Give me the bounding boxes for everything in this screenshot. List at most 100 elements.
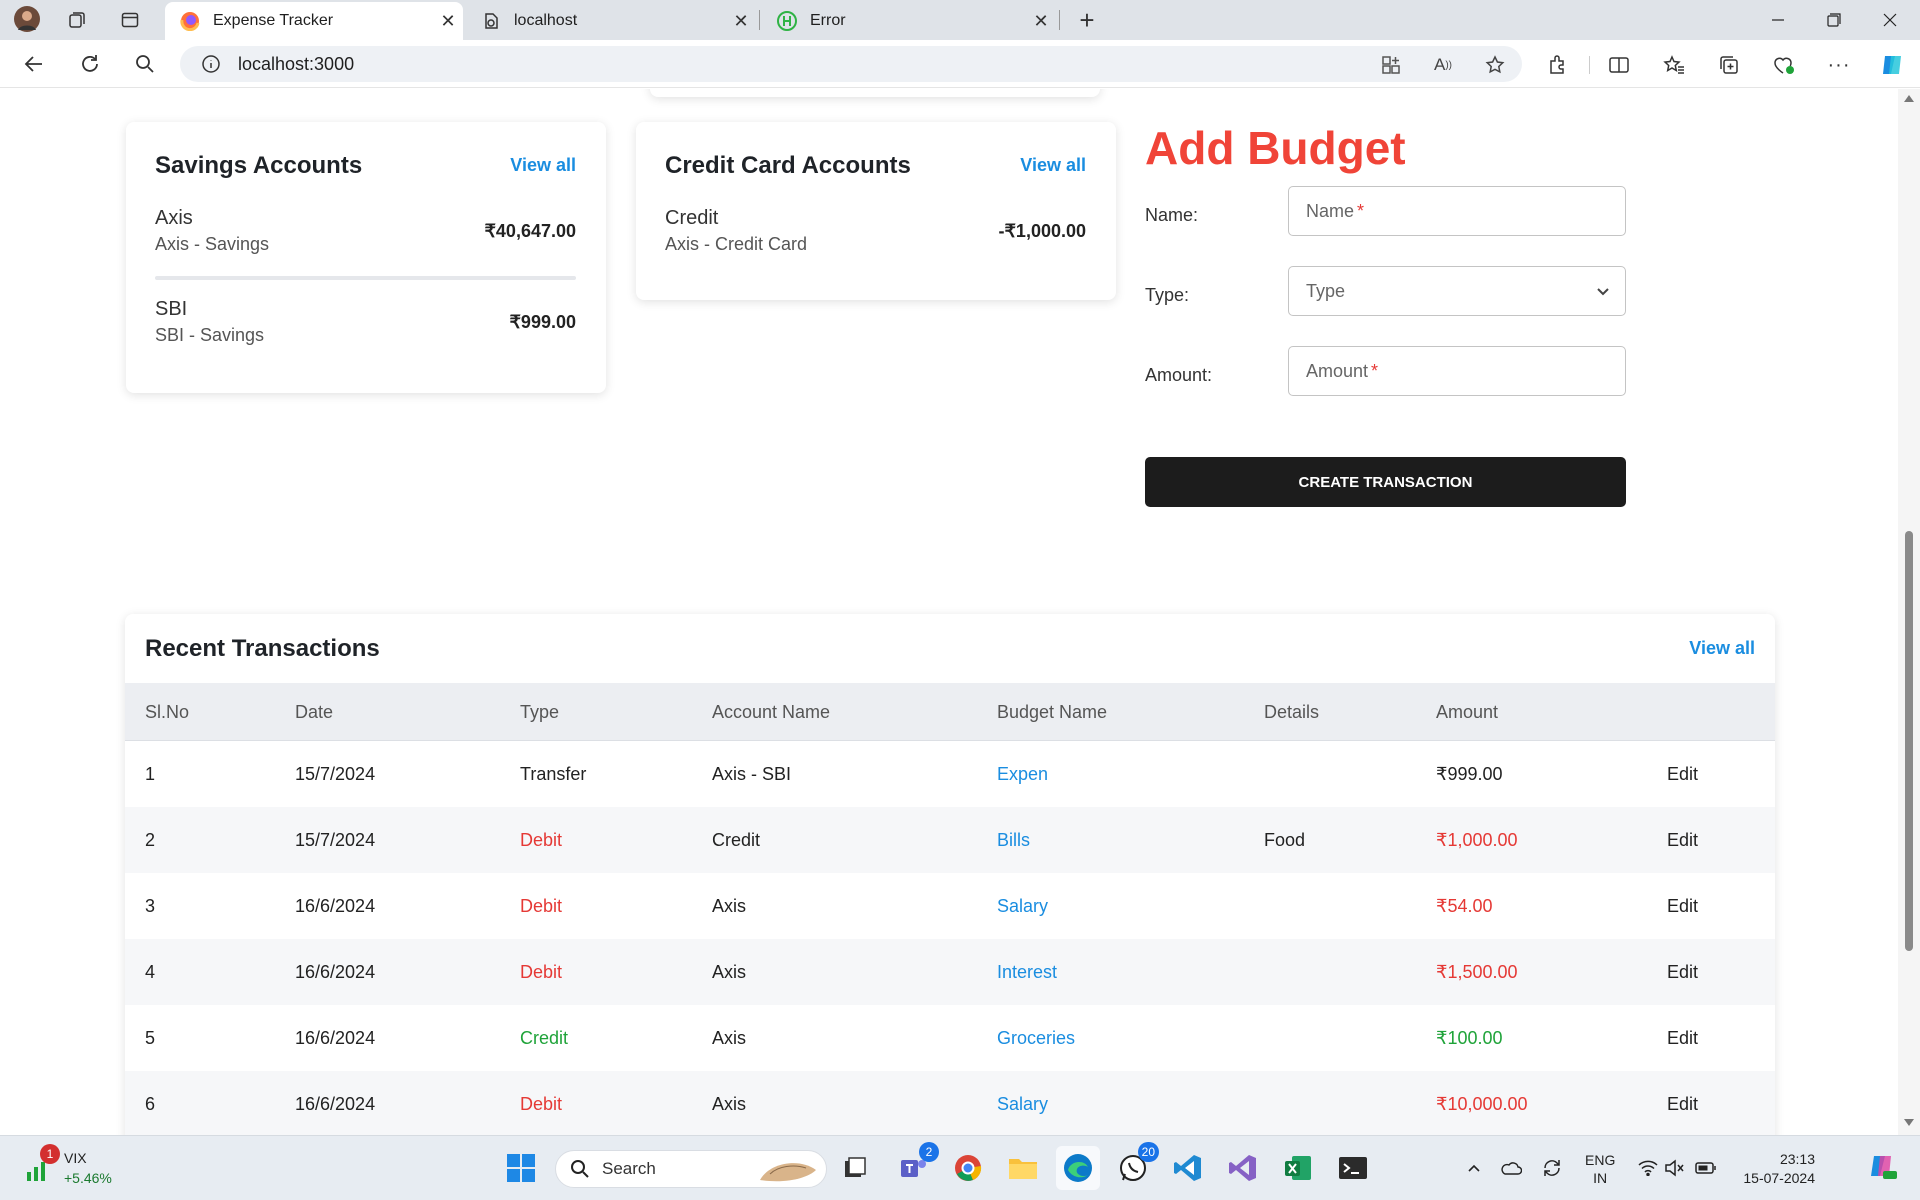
table-row: 3 16/6/2024 Debit Axis Salary ₹54.00 Edi… xyxy=(125,873,1775,939)
region-code: IN xyxy=(1593,1170,1608,1186)
teams-icon[interactable]: 2 xyxy=(891,1142,939,1190)
credit-view-all-link[interactable]: View all xyxy=(1020,155,1086,176)
favorite-star-icon[interactable] xyxy=(1482,53,1508,77)
back-icon[interactable] xyxy=(14,47,54,81)
onedrive-icon[interactable] xyxy=(1499,1156,1523,1180)
show-hidden-icons-icon[interactable] xyxy=(1462,1156,1486,1180)
close-tab-icon[interactable]: ✕ xyxy=(726,6,756,36)
cell-budget-link[interactable]: Expen xyxy=(997,741,1048,807)
favorites-icon[interactable] xyxy=(1660,51,1688,79)
battery-icon[interactable] xyxy=(1694,1156,1718,1180)
more-menu-icon[interactable]: ··· xyxy=(1825,51,1853,79)
tab-localhost[interactable]: localhost ✕ xyxy=(466,2,756,40)
clock[interactable]: 23:13 15-07-2024 xyxy=(1735,1150,1815,1188)
cell-slno: 5 xyxy=(145,1027,156,1048)
scrollbar-thumb[interactable] xyxy=(1905,531,1913,951)
minimize-icon[interactable] xyxy=(1750,0,1806,40)
page-scrollbar[interactable] xyxy=(1898,89,1920,1135)
copilot-icon[interactable] xyxy=(1878,51,1906,79)
cell-date: 16/6/2024 xyxy=(295,1027,376,1048)
cell-account: Credit xyxy=(712,829,761,850)
vertical-tabs-icon[interactable] xyxy=(115,6,145,34)
edit-button[interactable]: Edit xyxy=(1667,939,1698,1005)
cell-type: Debit xyxy=(520,829,563,850)
table-row: 6 16/6/2024 Debit Axis Salary ₹10,000.00… xyxy=(125,1071,1775,1135)
cell-budget-link[interactable]: Interest xyxy=(997,939,1057,1005)
copilot-preview-icon[interactable] xyxy=(1866,1150,1898,1182)
split-screen-icon[interactable] xyxy=(1605,51,1633,79)
cell-budget-link[interactable]: Salary xyxy=(997,1071,1048,1135)
cell-amount: ₹1,500.00 xyxy=(1436,961,1518,982)
profile-avatar-icon[interactable] xyxy=(12,5,42,33)
tab-title: Error xyxy=(810,12,846,29)
edge-icon[interactable] xyxy=(1056,1146,1100,1190)
close-tab-icon[interactable]: ✕ xyxy=(433,6,463,36)
restore-icon[interactable] xyxy=(1806,0,1862,40)
collections-icon[interactable] xyxy=(1715,51,1743,79)
close-window-icon[interactable] xyxy=(1862,0,1918,40)
account-item-axis[interactable]: Axis Axis - Savings ₹40,647.00 xyxy=(126,184,606,264)
cell-budget-link[interactable]: Salary xyxy=(997,873,1048,939)
read-aloud-icon[interactable]: A)) xyxy=(1430,53,1456,77)
create-transaction-button[interactable]: CREATE TRANSACTION xyxy=(1145,457,1626,507)
taskbar-search-box[interactable]: Search xyxy=(555,1150,827,1188)
extensions-icon[interactable] xyxy=(1544,51,1572,79)
account-item-sbi[interactable]: SBI SBI - Savings ₹999.00 xyxy=(126,282,606,362)
new-tab-button[interactable]: + xyxy=(1072,5,1102,35)
savings-view-all-link[interactable]: View all xyxy=(510,155,576,176)
file-explorer-icon[interactable] xyxy=(1001,1146,1045,1190)
volume-muted-icon[interactable] xyxy=(1662,1156,1686,1180)
url-text[interactable]: localhost:3000 xyxy=(238,54,354,75)
site-info-icon[interactable] xyxy=(200,53,222,75)
edit-button[interactable]: Edit xyxy=(1667,1005,1698,1071)
account-subtitle: SBI - Savings xyxy=(155,325,265,345)
workspaces-icon[interactable] xyxy=(62,6,92,34)
chrome-icon[interactable] xyxy=(946,1146,990,1190)
transactions-view-all-link[interactable]: View all xyxy=(1689,638,1755,659)
account-item-credit[interactable]: Credit Axis - Credit Card -₹1,000.00 xyxy=(636,184,1116,264)
table-header: Sl.No Date Type Account Name Budget Name… xyxy=(125,683,1775,741)
task-view-icon[interactable] xyxy=(833,1146,877,1190)
language-indicator[interactable]: ENG IN xyxy=(1585,1151,1615,1187)
type-select[interactable]: Type xyxy=(1288,266,1626,316)
close-tab-icon[interactable]: ✕ xyxy=(1026,6,1056,36)
tab-title: Expense Tracker xyxy=(213,12,334,29)
windows-start-icon[interactable] xyxy=(499,1146,543,1190)
visual-studio-icon[interactable] xyxy=(1221,1146,1265,1190)
notification-badge: 20 xyxy=(1137,1142,1159,1162)
cell-account: Axis - SBI xyxy=(712,763,792,784)
stock-widget[interactable]: 1 VIX +5.46% xyxy=(20,1144,160,1190)
amount-label: Amount: xyxy=(1145,365,1213,385)
type-label: Type: xyxy=(1145,285,1190,305)
search-icon xyxy=(570,1159,590,1179)
cell-slno: 3 xyxy=(145,895,156,916)
wifi-icon[interactable] xyxy=(1636,1156,1660,1180)
account-name: Axis xyxy=(155,207,193,229)
amount-input[interactable]: Amount * xyxy=(1288,346,1626,396)
divider xyxy=(155,276,576,280)
vscode-icon[interactable] xyxy=(1166,1146,1210,1190)
refresh-icon[interactable] xyxy=(70,47,110,81)
app-available-icon[interactable] xyxy=(1378,53,1404,77)
edit-button[interactable]: Edit xyxy=(1667,873,1698,939)
edit-button[interactable]: Edit xyxy=(1667,807,1698,873)
browser-essentials-icon[interactable] xyxy=(1770,51,1798,79)
cell-budget-link[interactable]: Bills xyxy=(997,807,1030,873)
search-icon[interactable] xyxy=(125,47,165,81)
name-input[interactable]: Name * xyxy=(1288,186,1626,236)
tab-expense-tracker[interactable]: Expense Tracker ✕ xyxy=(165,2,463,40)
address-bar[interactable]: localhost:3000 A)) xyxy=(180,46,1522,82)
excel-icon[interactable] xyxy=(1276,1146,1320,1190)
tab-error[interactable]: Error ✕ xyxy=(762,2,1056,40)
whatsapp-icon[interactable]: 20 xyxy=(1111,1142,1159,1190)
edit-button[interactable]: Edit xyxy=(1667,1071,1698,1135)
sync-icon[interactable] xyxy=(1540,1156,1564,1180)
cell-budget-link[interactable]: Groceries xyxy=(997,1005,1075,1071)
windows-taskbar: 1 VIX +5.46% Search 2 20 ENG IN 23:13 15… xyxy=(0,1135,1920,1200)
scroll-down-arrow-icon[interactable] xyxy=(1904,1119,1914,1126)
cell-type: Credit xyxy=(520,1027,569,1048)
language-code: ENG xyxy=(1585,1152,1616,1168)
scroll-up-arrow-icon[interactable] xyxy=(1904,95,1914,102)
terminal-icon[interactable] xyxy=(1331,1146,1375,1190)
edit-button[interactable]: Edit xyxy=(1667,741,1698,807)
